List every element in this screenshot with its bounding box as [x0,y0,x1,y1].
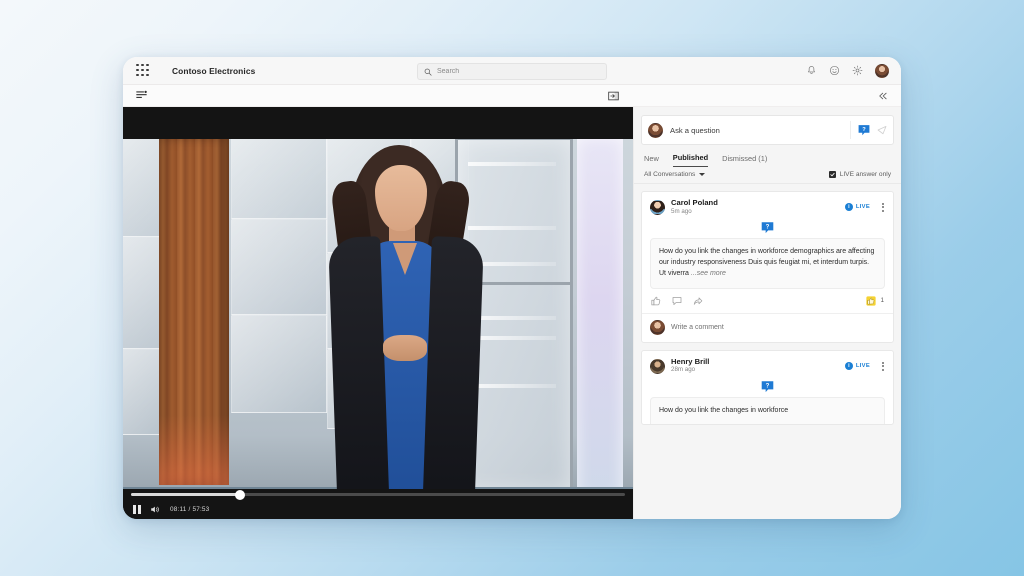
question-bubble-icon: ? [760,221,775,235]
app-header: Contoso Electronics [123,57,901,85]
app-launcher-grid-icon[interactable] [135,63,151,79]
svg-text:?: ? [766,382,770,389]
qa-feed[interactable]: Carol Poland 5m ago i LIVE ? [634,184,901,519]
live-answer-only-toggle[interactable]: LIVE answer only [829,171,891,178]
qa-tabs: New Published Dismissed (1) [634,145,901,167]
time-display: 08:11 / 57:53 [170,506,209,513]
ask-question-input[interactable]: Ask a question [670,126,843,135]
ask-question-box[interactable]: Ask a question ? [641,115,894,145]
feedback-smiley-icon[interactable] [829,65,840,76]
post-bubble-wrap: ? How do you link the changes in workfor… [642,220,893,289]
current-user-avatar [650,320,665,335]
chevron-down-icon [699,173,705,176]
post-body: How do you link the changes in workforce… [650,238,885,289]
live-badge-icon: i [845,362,853,370]
current-user-avatar [648,123,663,138]
tab-dismissed[interactable]: Dismissed (1) [722,154,767,167]
app-body: 08:11 / 57:53 Ask a question ? [123,107,901,519]
presenter-jacket-left [328,236,390,519]
open-panel-icon[interactable] [608,91,619,101]
brand-title: Contoso Electronics [172,66,255,76]
live-badge: i LIVE [845,203,870,211]
send-icon[interactable] [877,125,887,135]
post-author: Carol Poland [671,199,718,208]
svg-text:?: ? [766,223,770,230]
more-options-icon[interactable] [881,360,885,373]
reaction-count: 1 [880,297,884,304]
header-actions [806,64,889,78]
post-header: Henry Brill 28m ago i LIVE [642,351,893,379]
conversation-filter-label: All Conversations [644,171,695,178]
live-answer-label: LIVE answer only [840,171,891,178]
presenter [317,139,493,519]
comment-icon[interactable] [672,296,682,306]
live-badge-label: LIVE [856,204,870,210]
post-header: Carol Poland 5m ago i LIVE [642,192,893,220]
search-input[interactable] [437,68,600,75]
presenter-hands [383,335,427,361]
search-box[interactable] [417,63,607,80]
ask-actions: ? [850,121,887,139]
video-frame [123,139,633,519]
live-answer-checkbox[interactable] [829,171,836,178]
more-options-icon[interactable] [881,201,885,214]
live-badge: i LIVE [845,362,870,370]
layout-toggle-icon[interactable] [135,90,148,101]
conversation-filter-dropdown[interactable]: All Conversations [644,171,705,178]
author-avatar [650,200,665,215]
app-window: Contoso Electronics [123,57,901,519]
question-bubble-icon[interactable]: ? [857,124,871,137]
seek-handle[interactable] [235,490,245,500]
player-controls: 08:11 / 57:53 [123,489,633,519]
account-avatar[interactable] [875,64,889,78]
post-body: How do you link the changes in workforce [650,397,885,424]
thumbs-up-reaction-icon [866,296,876,306]
svg-text:?: ? [862,126,866,132]
lavender-light-column [577,139,623,499]
live-badge-label: LIVE [856,363,870,369]
see-more-link[interactable]: ...see more [691,270,726,277]
wooden-column [159,139,229,485]
seek-bar[interactable] [131,493,625,496]
transport-controls: 08:11 / 57:53 [133,505,209,514]
share-icon[interactable] [693,296,703,306]
qa-post: Henry Brill 28m ago i LIVE ? [641,350,894,425]
post-timestamp: 28m ago [671,366,709,374]
post-text: How do you link the changes in workforce [659,407,788,414]
notifications-bell-icon[interactable] [806,65,817,76]
qa-post: Carol Poland 5m ago i LIVE ? [641,191,894,343]
post-bubble-wrap: ? How do you link the changes in workfor… [642,379,893,424]
reaction-summary[interactable]: 1 [866,296,884,306]
seek-progress [131,493,240,496]
secondary-toolbar [123,85,901,107]
qa-filters: All Conversations LIVE answer only [634,167,901,184]
post-timestamp: 5m ago [671,208,718,216]
video-letterbox [123,107,633,139]
qa-panel: Ask a question ? New Published Dismissed… [633,107,901,519]
settings-gear-icon[interactable] [852,65,863,76]
write-comment-row[interactable]: Write a comment [642,313,893,342]
search-icon [424,68,432,76]
presenter-jacket-right [422,236,484,519]
author-avatar [650,359,665,374]
live-badge-icon: i [845,203,853,211]
post-author: Henry Brill [671,358,709,367]
volume-icon[interactable] [150,505,161,514]
tab-published[interactable]: Published [673,153,708,167]
like-icon[interactable] [651,296,661,306]
pause-icon[interactable] [133,505,141,514]
tab-new[interactable]: New [644,154,659,167]
video-player[interactable]: 08:11 / 57:53 [123,107,633,519]
chevron-double-left-icon[interactable] [877,91,889,101]
post-actions: 1 [642,289,893,313]
question-bubble-icon: ? [760,380,775,394]
comment-input[interactable]: Write a comment [671,324,724,331]
